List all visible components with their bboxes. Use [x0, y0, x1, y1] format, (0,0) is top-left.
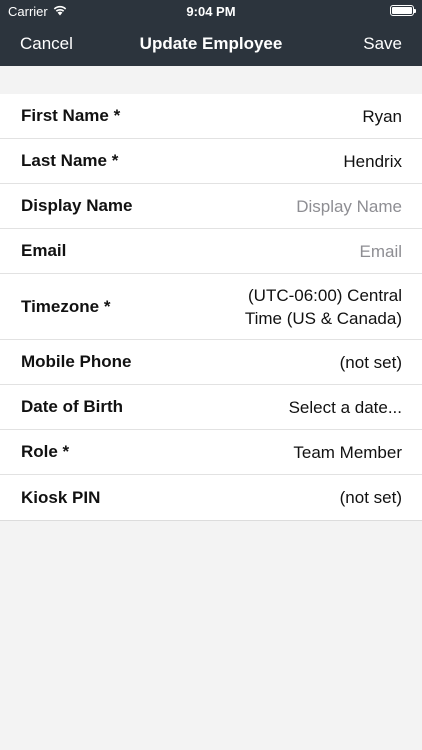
status-bar: Carrier 9:04 PM — [0, 0, 422, 22]
last-name-row[interactable]: Last Name * Hendrix — [0, 139, 422, 184]
battery-icon — [390, 5, 416, 16]
first-name-label: First Name * — [21, 106, 121, 125]
section-spacer — [0, 66, 422, 94]
mobile-phone-row[interactable]: Mobile Phone (not set) — [0, 340, 422, 385]
mobile-phone-field[interactable]: (not set) — [340, 351, 402, 374]
kiosk-pin-row[interactable]: Kiosk PIN (not set) — [0, 475, 422, 520]
role-label: Role * — [21, 442, 70, 461]
header: Carrier 9:04 PM Cancel Update Employee S… — [0, 0, 422, 66]
email-label: Email — [21, 241, 67, 260]
display-name-row[interactable]: Display Name Display Name — [0, 184, 422, 229]
cancel-button[interactable]: Cancel — [20, 22, 73, 66]
save-button[interactable]: Save — [363, 22, 402, 66]
date-of-birth-label: Date of Birth — [21, 397, 123, 416]
first-name-row[interactable]: First Name * Ryan — [0, 94, 422, 139]
email-field[interactable]: Email — [359, 240, 402, 263]
navigation-bar: Cancel Update Employee Save — [0, 22, 422, 66]
email-row[interactable]: Email Email — [0, 229, 422, 274]
timezone-select[interactable]: (UTC-06:00) Central Time (US & Canada) — [227, 284, 402, 330]
display-name-field[interactable]: Display Name — [296, 195, 402, 218]
role-row[interactable]: Role * Team Member — [0, 430, 422, 475]
display-name-label: Display Name — [21, 196, 133, 215]
kiosk-pin-field[interactable]: (not set) — [340, 486, 402, 509]
kiosk-pin-label: Kiosk PIN — [21, 487, 101, 507]
role-select[interactable]: Team Member — [293, 441, 402, 464]
timezone-label: Timezone * — [21, 296, 111, 316]
date-of-birth-picker[interactable]: Select a date... — [289, 396, 402, 419]
first-name-field[interactable]: Ryan — [362, 105, 402, 128]
status-time: 9:04 PM — [186, 4, 236, 19]
timezone-row[interactable]: Timezone * (UTC-06:00) Central Time (US … — [0, 274, 422, 340]
employee-form: First Name * Ryan Last Name * Hendrix Di… — [0, 94, 422, 521]
date-of-birth-row[interactable]: Date of Birth Select a date... — [0, 385, 422, 430]
last-name-field[interactable]: Hendrix — [343, 150, 402, 173]
mobile-phone-label: Mobile Phone — [21, 352, 132, 371]
last-name-label: Last Name * — [21, 151, 119, 170]
